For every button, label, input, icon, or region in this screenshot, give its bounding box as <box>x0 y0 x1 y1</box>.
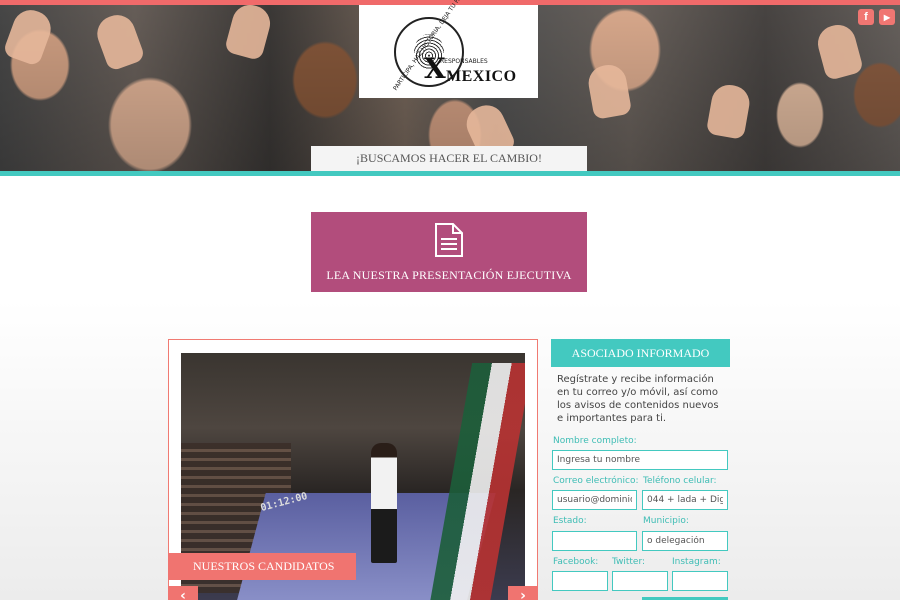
instagram-label: Instagram: <box>672 557 721 567</box>
state-label: Estado: <box>553 516 587 526</box>
email-label: Correo electrónico: <box>553 476 639 486</box>
logo-brand-name: MEXICO <box>446 68 517 85</box>
logo-x-mark: X <box>424 52 446 85</box>
email-field[interactable] <box>552 490 637 510</box>
facebook-label: Facebook: <box>553 557 599 567</box>
municipio-field[interactable] <box>642 531 728 551</box>
phone-label: Teléfono celular: <box>643 476 717 486</box>
instagram-field[interactable] <box>672 571 728 591</box>
slider-next-button[interactable]: › <box>508 586 538 600</box>
form-description: Regístrate y recibe información en tu co… <box>557 374 719 424</box>
twitter-field[interactable] <box>612 571 668 591</box>
name-field[interactable] <box>552 450 728 470</box>
youtube-icon[interactable]: ▶ <box>879 9 895 25</box>
facebook-field[interactable] <box>552 571 608 591</box>
twitter-label: Twitter: <box>612 557 646 567</box>
mexican-flag <box>429 363 525 600</box>
hero-slogan: ¡BUSCAMOS HACER EL CAMBIO! <box>311 146 587 171</box>
candidates-label[interactable]: NUESTROS CANDIDATOS <box>168 553 356 580</box>
document-icon <box>435 222 463 257</box>
slider-prev-button[interactable]: ‹ <box>168 586 198 600</box>
executive-presentation-button[interactable]: LEA NUESTRA PRESENTACIÓN EJECUTIVA <box>311 212 587 292</box>
name-label: Nombre completo: <box>553 436 637 446</box>
form-title: ASOCIADO INFORMADO <box>551 339 730 367</box>
hero-bottom-accent <box>0 171 900 176</box>
facebook-icon[interactable]: f <box>858 9 874 25</box>
cta-label: LEA NUESTRA PRESENTACIÓN EJECUTIVA <box>326 267 572 282</box>
phone-field[interactable] <box>642 490 728 510</box>
speaker-figure <box>371 443 397 563</box>
municipio-label: Municipio: <box>643 516 689 526</box>
logo-brand-sub: RESPONSABLES <box>440 58 488 65</box>
state-field[interactable] <box>552 531 637 551</box>
